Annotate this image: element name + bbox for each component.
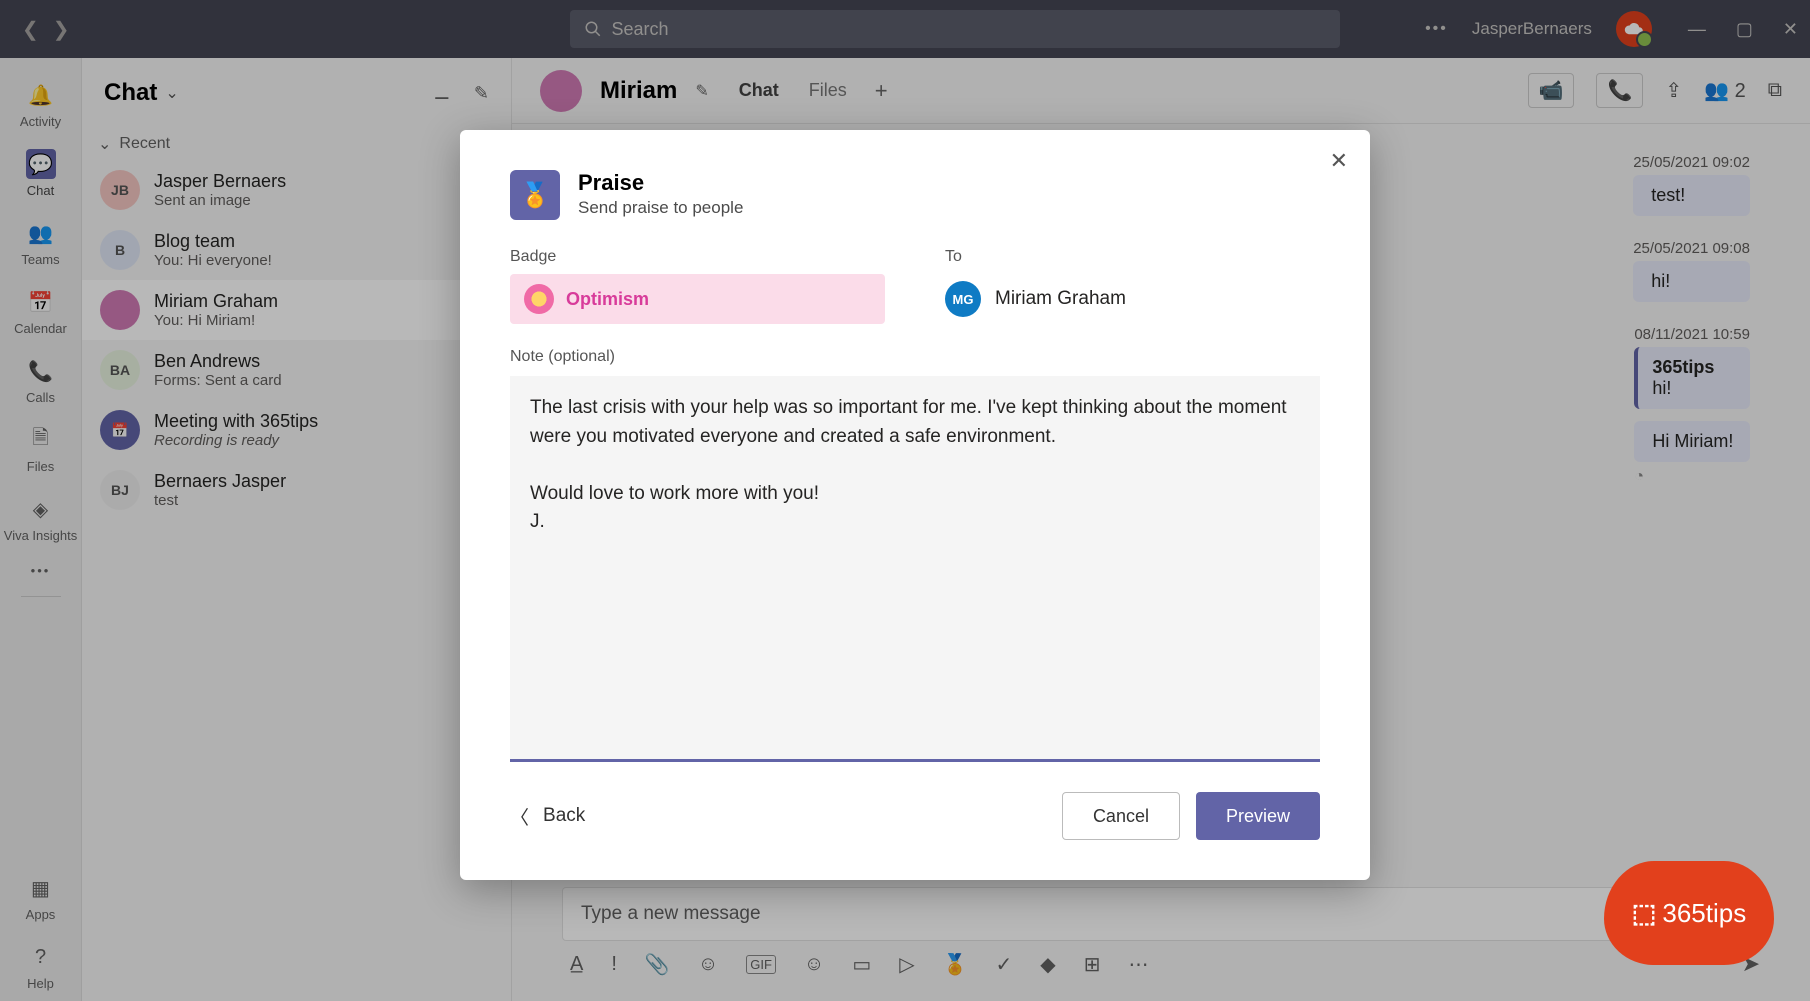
modal-header: 🏅 Praise Send praise to people bbox=[510, 170, 1320, 220]
back-label: Back bbox=[543, 805, 585, 827]
cancel-button[interactable]: Cancel bbox=[1062, 792, 1180, 840]
modal-title: Praise bbox=[578, 170, 743, 196]
recipient-chip[interactable]: MG Miriam Graham bbox=[945, 274, 1320, 324]
note-textarea[interactable] bbox=[510, 376, 1320, 762]
recipient-avatar: MG bbox=[945, 281, 981, 317]
badge-name: Optimism bbox=[566, 289, 649, 310]
to-field-label: To bbox=[945, 248, 1320, 266]
optimism-badge-icon bbox=[524, 284, 554, 314]
chevron-left-icon: 〈 bbox=[510, 803, 529, 830]
badge-selector[interactable]: Optimism bbox=[510, 274, 885, 324]
badge-field-label: Badge bbox=[510, 248, 885, 266]
praise-modal: ✕ 🏅 Praise Send praise to people Badge O… bbox=[460, 130, 1370, 880]
office-icon: ⬚ bbox=[1632, 898, 1657, 929]
note-label: Note (optional) bbox=[510, 348, 1320, 366]
modal-subtitle: Send praise to people bbox=[578, 198, 743, 218]
tips-badge: ⬚ 365tips bbox=[1604, 861, 1774, 965]
to-field: To MG Miriam Graham bbox=[945, 248, 1320, 324]
praise-badge-icon: 🏅 bbox=[510, 170, 560, 220]
modal-footer: 〈 Back Cancel Preview bbox=[510, 762, 1320, 840]
tips-badge-label: 365tips bbox=[1662, 898, 1746, 929]
back-button[interactable]: 〈 Back bbox=[510, 803, 585, 830]
modal-close-button[interactable]: ✕ bbox=[1330, 148, 1348, 174]
recipient-name: Miriam Graham bbox=[995, 288, 1126, 310]
preview-button[interactable]: Preview bbox=[1196, 792, 1320, 840]
badge-field: Badge Optimism bbox=[510, 248, 885, 324]
